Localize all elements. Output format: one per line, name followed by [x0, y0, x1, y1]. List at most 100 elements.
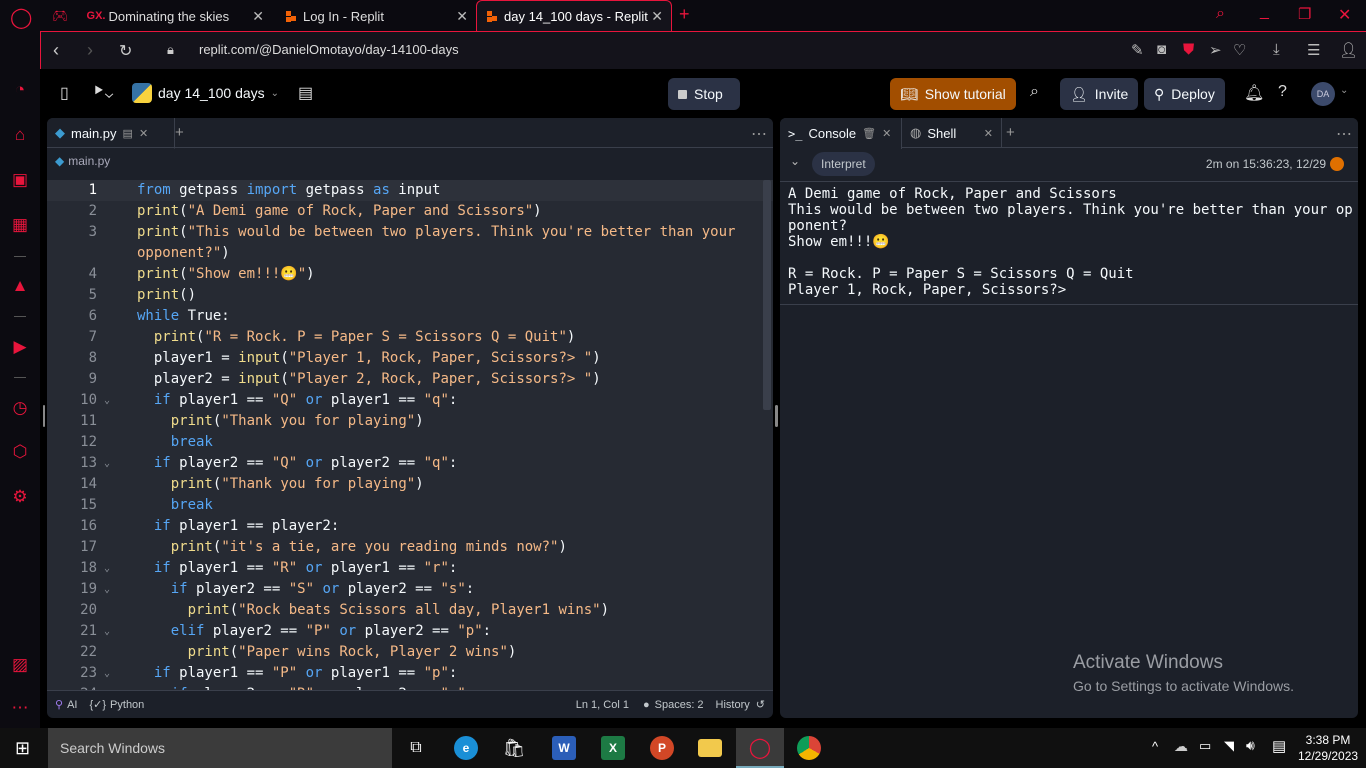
history-icon[interactable]: ◷: [10, 398, 30, 418]
tab-shell[interactable]: ◍ Shell ✕: [902, 118, 1002, 148]
word-icon[interactable]: W: [552, 736, 576, 760]
code-line[interactable]: 8 player1 = input("Player 1, Rock, Paper…: [47, 348, 773, 369]
avatar[interactable]: DA: [1311, 82, 1335, 106]
language-label[interactable]: Python: [110, 699, 144, 711]
search-tabs-icon[interactable]: ⌕: [1216, 5, 1225, 23]
snapshot-icon[interactable]: ◙: [1157, 41, 1166, 58]
extensions-cube-icon[interactable]: ⬡: [10, 442, 30, 462]
gallery-icon[interactable]: ▨: [10, 655, 30, 675]
opera-logo-icon[interactable]: ◯: [10, 8, 32, 28]
console-output[interactable]: A Demi game of Rock, Paper and Scissors …: [788, 186, 1356, 298]
close-tab-icon[interactable]: ✕: [456, 8, 468, 25]
tab-console[interactable]: >_ Console 🗑︎ ✕: [780, 118, 902, 149]
project-selector[interactable]: day 14_100 days ⌄: [132, 83, 279, 103]
close-tab-icon[interactable]: ✕: [252, 8, 264, 25]
excel-icon[interactable]: X: [601, 736, 625, 760]
wifi-icon[interactable]: ◥: [1224, 738, 1234, 754]
edit-icon[interactable]: ✎: [1131, 41, 1144, 59]
player-icon[interactable]: ▶: [10, 337, 30, 357]
new-tab-button[interactable]: +: [175, 124, 184, 141]
code-line[interactable]: 10 ⌄ if player1 == "Q" or player1 == "q":: [47, 390, 773, 411]
onedrive-icon[interactable]: ☁: [1174, 738, 1188, 755]
store-icon[interactable]: 🛍︎: [502, 736, 526, 760]
breadcrumb-file[interactable]: main.py: [68, 154, 110, 168]
windows-start-icon[interactable]: ⊞: [15, 738, 30, 759]
code-line[interactable]: 3 print("This would be between two player…: [47, 222, 773, 264]
fold-chevron-icon[interactable]: ⌄: [99, 558, 115, 579]
url-field[interactable]: replit.com/@DanielOmotayo/day-14100-days: [199, 42, 459, 57]
code-line[interactable]: 9 player2 = input("Player 2, Rock, Paper…: [47, 369, 773, 390]
restore-button[interactable]: ❐: [1298, 5, 1311, 23]
new-tab-button[interactable]: +: [1006, 124, 1015, 141]
fold-chevron-icon[interactable]: ⌄: [99, 390, 115, 411]
heart-icon[interactable]: ♡: [1233, 41, 1246, 59]
reload-icon[interactable]: ↻: [119, 41, 132, 61]
speed-dial-icon[interactable]: ◔: [10, 80, 30, 100]
interpret-badge[interactable]: Interpret: [812, 152, 875, 176]
code-line[interactable]: 16 if player1 == player2:: [47, 516, 773, 537]
invite-button[interactable]: 👤︎ Invite: [1060, 78, 1139, 110]
fold-chevron-icon[interactable]: ⌄: [99, 579, 115, 600]
aria-icon[interactable]: ▲: [10, 276, 30, 296]
more-options-icon[interactable]: ⋯: [1336, 124, 1352, 144]
browser-tab-active[interactable]: day 14_100 days - Replit ✕: [476, 0, 672, 32]
cursor-position[interactable]: Ln 1, Col 1: [576, 699, 629, 711]
browser-tab-gx[interactable]: 🎮︎ GX. Dominating the skies ✕: [42, 0, 272, 32]
browser-tab-login[interactable]: Log In - Replit ✕: [276, 0, 476, 32]
close-tab-icon[interactable]: ✕: [651, 8, 663, 25]
code-line[interactable]: 22 print("Paper wins Rock, Player 2 wins…: [47, 642, 773, 663]
code-line[interactable]: 14 print("Thank you for playing"): [47, 474, 773, 495]
easy-setup-icon[interactable]: ☰: [1307, 41, 1320, 59]
code-line[interactable]: 12 break: [47, 432, 773, 453]
sidebar-resize-handle[interactable]: [43, 405, 45, 427]
powerpoint-icon[interactable]: P: [650, 736, 674, 760]
taskbar-search[interactable]: Search Windows: [48, 728, 392, 768]
editor-scrollbar[interactable]: [763, 180, 771, 410]
hardware-limiter-icon[interactable]: ▦: [10, 215, 30, 235]
minimize-button[interactable]: _: [1260, 3, 1269, 21]
code-line[interactable]: 18 ⌄ if player1 == "R" or player1 == "r":: [47, 558, 773, 579]
code-line[interactable]: 23 ⌄ if player1 == "P" or player1 == "p":: [47, 663, 773, 684]
close-tab-icon[interactable]: ✕: [882, 127, 891, 140]
new-tab-button[interactable]: +: [679, 4, 690, 25]
show-tutorial-button[interactable]: 📖︎ Show tutorial: [890, 78, 1016, 110]
code-line[interactable]: 19 ⌄ if player2 == "S" or player2 == "s":: [47, 579, 773, 600]
close-window-button[interactable]: ✕: [1338, 5, 1351, 25]
code-line[interactable]: 4 print("Show em!!!😬"): [47, 264, 773, 285]
replit-menu-icon[interactable]: ⯈⌄: [92, 83, 113, 101]
fold-chevron-icon[interactable]: [99, 306, 115, 327]
database-icon[interactable]: ▤: [298, 83, 313, 103]
chrome-icon[interactable]: [797, 736, 821, 760]
code-editor[interactable]: 1 from getpass import getpass as input 2 pr…: [47, 180, 773, 690]
code-line[interactable]: 1 from getpass import getpass as input: [47, 180, 773, 201]
code-line[interactable]: 6 while True:: [47, 306, 773, 327]
chevron-down-icon[interactable]: ⌄: [1340, 85, 1348, 96]
panel-resize-handle[interactable]: [775, 405, 778, 427]
indent-setting[interactable]: Spaces: 2: [655, 699, 704, 711]
fold-chevron-icon[interactable]: ⌄: [99, 453, 115, 474]
ai-button[interactable]: AI: [67, 699, 77, 711]
file-explorer-icon[interactable]: [698, 739, 722, 757]
show-hidden-icons[interactable]: ^: [1152, 739, 1158, 754]
code-line[interactable]: 15 break: [47, 495, 773, 516]
file-menu-icon[interactable]: ▤: [123, 127, 133, 140]
stop-button[interactable]: Stop: [668, 78, 740, 110]
task-view-icon[interactable]: ⧉: [404, 736, 428, 760]
edge-icon[interactable]: e: [454, 736, 478, 760]
send-icon[interactable]: ➢: [1209, 41, 1222, 59]
download-icon[interactable]: ⤓: [1273, 41, 1280, 58]
battery-icon[interactable]: ▭: [1199, 738, 1211, 754]
deploy-button[interactable]: ⚲ Deploy: [1144, 78, 1225, 110]
more-options-icon[interactable]: ⋯: [751, 124, 767, 144]
settings-gear-icon[interactable]: ⚙: [10, 487, 30, 507]
profile-icon[interactable]: 👤︎: [1339, 41, 1358, 59]
code-line[interactable]: 17 print("it's a tie, are you reading mi…: [47, 537, 773, 558]
cleaner-icon[interactable]: ⌂: [10, 125, 30, 145]
help-icon[interactable]: ?: [1278, 83, 1287, 101]
code-line[interactable]: 20 print("Rock beats Scissors all day, P…: [47, 600, 773, 621]
code-line[interactable]: 21 ⌄ elif player2 == "P" or player2 == "p…: [47, 621, 773, 642]
clock[interactable]: 3:38 PM 12/29/2023: [1298, 732, 1358, 764]
back-icon[interactable]: ‹: [53, 40, 59, 61]
more-icon[interactable]: ⋯: [10, 698, 30, 718]
opera-taskbar-button[interactable]: ◯: [736, 728, 784, 768]
